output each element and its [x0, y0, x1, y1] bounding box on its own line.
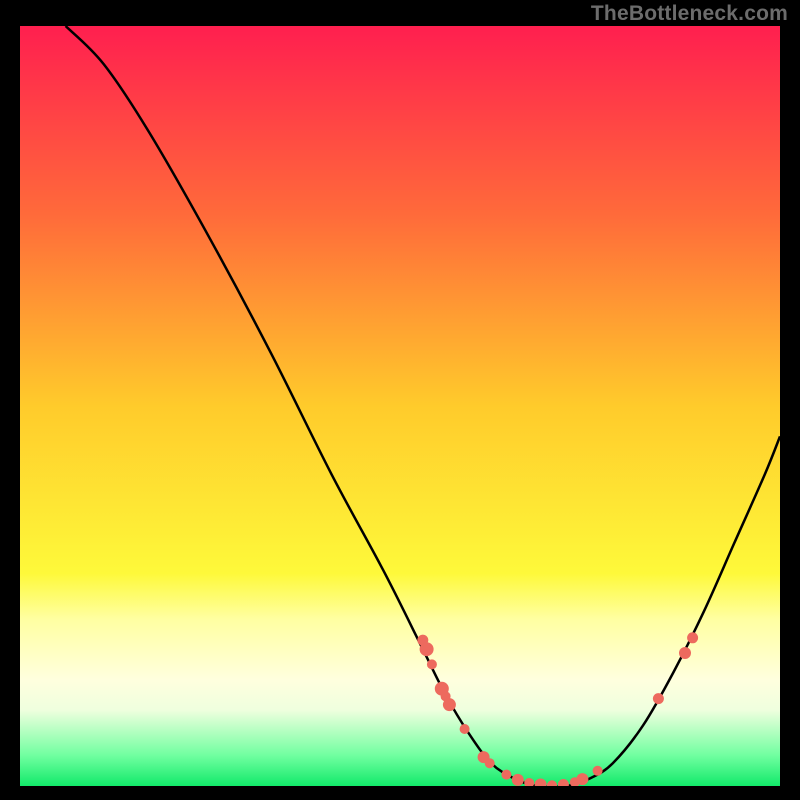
data-marker [653, 693, 664, 704]
data-marker [460, 724, 470, 734]
chart-container: TheBottleneck.com [0, 0, 800, 800]
data-marker [679, 647, 691, 659]
data-marker [512, 774, 524, 786]
watermark-text: TheBottleneck.com [591, 2, 788, 26]
chart-svg [20, 26, 780, 786]
heatmap-background [20, 26, 780, 786]
data-marker [576, 773, 588, 785]
data-marker [427, 659, 437, 669]
data-marker [443, 698, 456, 711]
plot-area [20, 26, 780, 786]
data-marker [501, 770, 511, 780]
data-marker [485, 758, 495, 768]
data-marker [593, 766, 603, 776]
data-marker [420, 642, 434, 656]
data-marker [687, 632, 698, 643]
